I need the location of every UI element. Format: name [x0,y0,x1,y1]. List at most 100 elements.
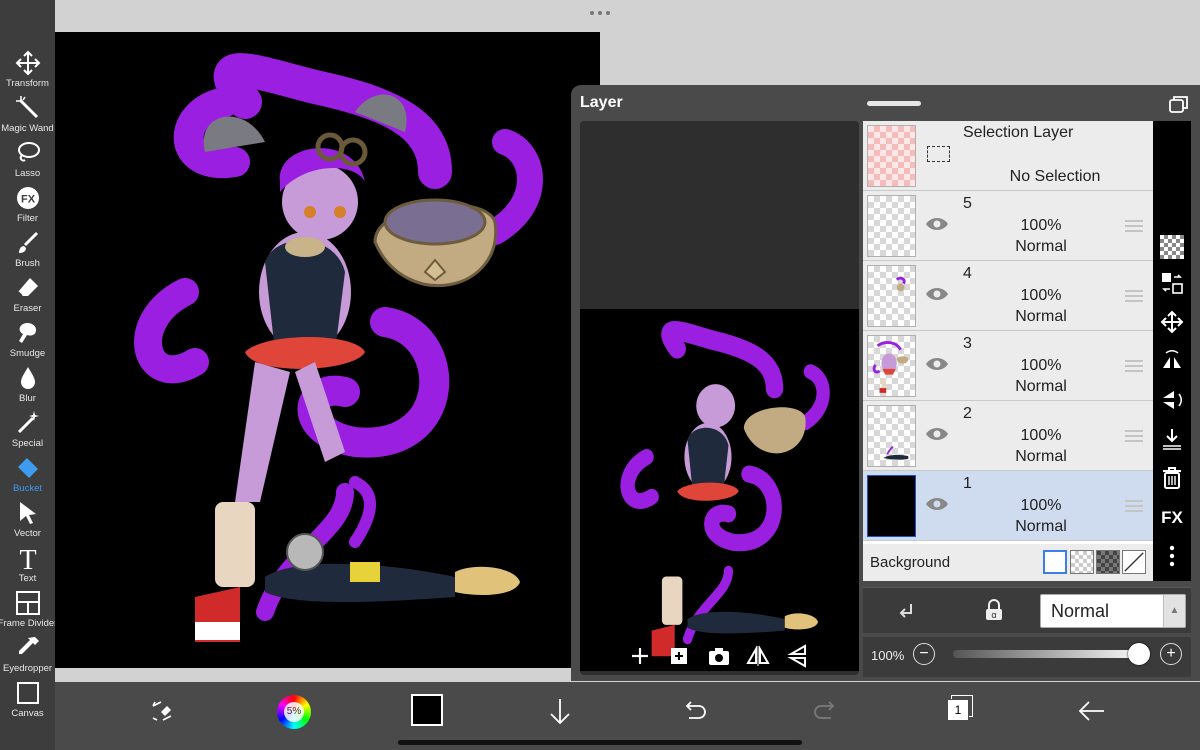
drag-handle-icon[interactable] [1125,290,1143,302]
tool-text[interactable]: T Text [0,541,55,586]
selection-layer-row[interactable]: Selection Layer No Selection [863,121,1153,191]
layer-3-thumb-art [872,341,909,393]
tool-canvas[interactable]: Canvas [0,676,55,721]
drag-handle-icon[interactable] [1125,430,1143,442]
preview-thumbnail [580,309,859,671]
panel-drag-grip[interactable] [867,101,921,106]
brush-icon [18,231,38,253]
tool-lasso[interactable]: Lasso [0,136,55,181]
lasso-icon [17,142,40,162]
tool-label: Special [11,438,44,449]
tool-eyedropper[interactable]: Eyedropper [0,631,55,676]
special-sparkle-icon [17,411,39,434]
move-icon [15,50,40,76]
layer-fx-icon[interactable]: FX [1160,505,1184,529]
opacity-controls: 100% − + [863,637,1191,677]
opacity-decrease-button[interactable]: − [913,643,935,665]
tool-eraser[interactable]: Eraser [0,271,55,316]
layer-side-toolbar: FX [1153,121,1191,581]
redo-icon[interactable] [811,696,841,726]
tool-frame-divider[interactable]: Frame Divider [0,586,58,631]
download-arrow-icon[interactable] [545,696,575,726]
layer-opacity: 100% [1020,217,1062,234]
tool-label: Canvas [11,708,44,719]
opacity-increase-button[interactable]: + [1160,643,1182,665]
background-white-swatch[interactable] [1043,550,1067,574]
flip-vertical-icon[interactable] [785,643,811,669]
trash-icon[interactable] [1160,466,1184,490]
layer-opacity: 100% [1020,427,1062,444]
clipping-icon[interactable] [895,600,917,622]
selection-layer-title: Selection Layer [963,124,1074,141]
transparency-icon[interactable] [1160,235,1184,259]
tool-vector[interactable]: Vector [0,496,55,541]
layer-panel: Layer Selection Layer No Selection 5 100… [571,85,1200,681]
more-dots-icon[interactable] [588,10,612,16]
eye-visibility-icon[interactable] [925,286,949,302]
eraser-icon [16,278,38,297]
blend-controls: α Normal ▲ [863,587,1191,633]
layer-number: 3 [963,335,972,352]
drawing-canvas[interactable] [55,32,600,668]
opacity-slider[interactable] [953,650,1139,658]
window-restore-icon[interactable] [1169,95,1189,113]
background-transparent-dark-swatch[interactable] [1096,550,1120,574]
drag-handle-icon[interactable] [1125,220,1143,232]
layer-thumbnail [867,475,916,537]
tool-special[interactable]: Special [0,406,55,451]
background-none-swatch[interactable] [1122,550,1146,574]
layer-blend-mode: Normal [1015,448,1067,465]
layer-opacity: 100% [1020,497,1062,514]
flip-layer-vertical-icon[interactable] [1160,388,1184,412]
opacity-slider-thumb[interactable] [1128,643,1150,665]
layer-thumbnail [867,335,916,397]
layer-row-selected[interactable]: 1 100% Normal [863,471,1153,541]
tool-label: Vector [14,528,41,539]
layer-list: Selection Layer No Selection 5 100% Norm… [863,121,1153,581]
back-arrow-icon[interactable] [1077,696,1107,726]
layer-row[interactable]: 5 100% Normal [863,191,1153,261]
merge-down-icon[interactable] [1160,427,1184,451]
layers-button[interactable]: 1 [945,695,975,725]
eye-visibility-icon[interactable] [925,426,949,442]
eye-visibility-icon[interactable] [925,496,949,512]
camera-icon[interactable] [706,643,732,669]
blend-mode-select[interactable]: Normal ▲ [1040,594,1186,628]
layer-row[interactable]: 2 100% Normal [863,401,1153,471]
color-wheel-button[interactable]: 5% [277,695,311,729]
layer-number: 1 [963,475,972,492]
add-layer-icon[interactable] [627,643,653,669]
layer-number: 2 [963,405,972,422]
move-layer-icon[interactable] [1160,310,1184,334]
tool-transform[interactable]: Transform [0,46,55,91]
layer-thumbnail [867,265,916,327]
layer-2-thumb-art [883,445,909,460]
drag-handle-icon[interactable] [1125,500,1143,512]
current-color-swatch[interactable] [411,694,443,726]
flip-horizontal-icon[interactable] [745,643,771,669]
background-transparent-light-swatch[interactable] [1070,550,1094,574]
home-indicator[interactable] [398,740,802,745]
tool-filter[interactable]: FX Filter [0,181,55,226]
tool-blur[interactable]: Blur [0,361,55,406]
app-window: Transform Magic Wand Lasso FX Filter Bru… [0,0,1200,750]
layer-transfer-icon[interactable] [1160,271,1184,295]
artwork-illustration [134,53,543,642]
tool-magic-wand[interactable]: Magic Wand [0,91,55,136]
undo-icon[interactable] [679,696,709,726]
eye-visibility-icon[interactable] [925,356,949,372]
quick-transform-eraser-icon[interactable] [147,696,177,726]
eye-visibility-icon[interactable] [925,216,949,232]
selection-marquee-icon [927,146,950,162]
alpha-lock-icon[interactable]: α [983,599,1005,621]
tool-label: Frame Divider [0,618,58,629]
tool-bucket[interactable]: Bucket [0,451,55,496]
more-options-icon[interactable] [1160,544,1184,568]
copy-layer-icon[interactable] [666,643,692,669]
tool-smudge[interactable]: Smudge [0,316,55,361]
tool-brush[interactable]: Brush [0,226,55,271]
layer-row[interactable]: 3 100% Normal [863,331,1153,401]
flip-layer-horizontal-icon[interactable] [1160,349,1184,373]
layer-row[interactable]: 4 100% Normal [863,261,1153,331]
drag-handle-icon[interactable] [1125,360,1143,372]
